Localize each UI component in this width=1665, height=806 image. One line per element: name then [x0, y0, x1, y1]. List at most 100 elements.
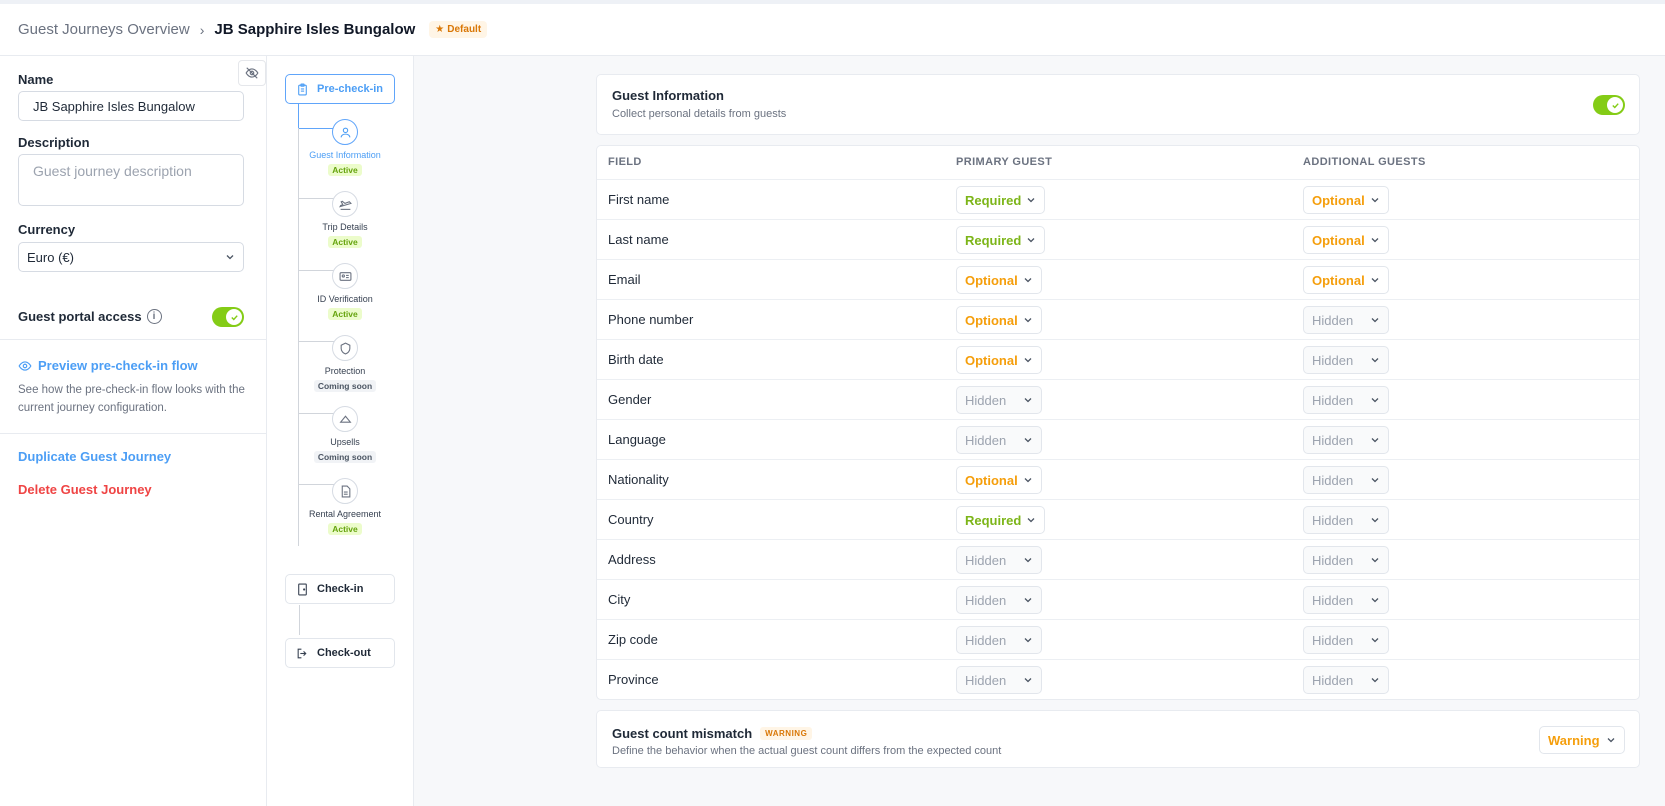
status-badge: Coming soon: [313, 380, 377, 392]
chevron-down-icon: [1027, 238, 1035, 243]
table-row: City Hidden Hidden: [597, 579, 1639, 619]
name-input-value: JB Sapphire Isles Bungalow: [33, 98, 195, 114]
additional-guests-last-name-select[interactable]: Optional: [1303, 226, 1389, 254]
select-value: Hidden: [965, 672, 1007, 688]
primary-guest-birth-date-select[interactable]: Optional: [956, 346, 1042, 374]
guest-portal-toggle[interactable]: [212, 307, 244, 327]
phase-precheckin-label: Pre-check-in: [317, 83, 384, 95]
step-name: Upsells: [330, 437, 360, 447]
chevron-down-icon: [226, 255, 234, 260]
additional-guests-phone-number-select[interactable]: Hidden: [1303, 306, 1389, 334]
step-name: Trip Details: [322, 222, 368, 232]
chevron-down-icon: [1027, 518, 1035, 523]
connector: [298, 104, 299, 128]
currency-select[interactable]: Euro (€): [18, 242, 244, 272]
additional-guests-address-select[interactable]: Hidden: [1303, 546, 1389, 574]
mismatch-title-row: Guest count mismatch WARNING: [612, 726, 813, 741]
field-name: Last name: [608, 232, 669, 247]
breadcrumb-root-link[interactable]: Guest Journeys Overview: [18, 21, 190, 38]
breadcrumb: Guest Journeys Overview › JB Sapphire Is…: [18, 21, 488, 38]
name-input[interactable]: JB Sapphire Isles Bungalow: [18, 91, 244, 121]
select-value: Required: [965, 192, 1022, 208]
guest-information-toggle[interactable]: [1593, 95, 1625, 115]
step-protection[interactable]: Protection Coming soon: [303, 335, 387, 392]
hide-panel-button[interactable]: [238, 60, 266, 86]
primary-guest-zip-code-select[interactable]: Hidden: [956, 626, 1042, 654]
check-icon: [1611, 102, 1619, 109]
door-icon: [298, 583, 307, 595]
delete-journey-link[interactable]: Delete Guest Journey: [18, 482, 152, 497]
description-textarea[interactable]: Guest journey description: [18, 154, 244, 206]
chevron-down-icon: [1371, 318, 1379, 323]
logout-icon: [297, 648, 307, 658]
clipboard-icon: [298, 83, 307, 95]
primary-guest-first-name-select[interactable]: Required: [956, 186, 1045, 214]
additional-guests-gender-select[interactable]: Hidden: [1303, 386, 1389, 414]
chevron-down-icon: [1607, 738, 1615, 743]
chevron-down-icon: [1371, 478, 1379, 483]
step-name: Guest Information: [309, 150, 381, 160]
chevron-down-icon: [1371, 518, 1379, 523]
chevron-down-icon: [1024, 558, 1032, 563]
primary-guest-address-select[interactable]: Hidden: [956, 546, 1042, 574]
primary-guest-email-select[interactable]: Optional: [956, 266, 1042, 294]
primary-guest-city-select[interactable]: Hidden: [956, 586, 1042, 614]
column-header-primary-guest: PRIMARY GUEST: [956, 156, 1053, 168]
select-value: Hidden: [965, 432, 1007, 448]
primary-guest-gender-select[interactable]: Hidden: [956, 386, 1042, 414]
mismatch-behavior-select[interactable]: Warning: [1539, 726, 1625, 754]
duplicate-journey-link[interactable]: Duplicate Guest Journey: [18, 449, 171, 464]
additional-guests-language-select[interactable]: Hidden: [1303, 426, 1389, 454]
chevron-down-icon: [1024, 678, 1032, 683]
table-row: Birth date Optional Hidden: [597, 339, 1639, 379]
top-bar: Guest Journeys Overview › JB Sapphire Is…: [0, 0, 1665, 56]
select-value: Hidden: [965, 392, 1007, 408]
primary-guest-phone-number-select[interactable]: Optional: [956, 306, 1042, 334]
journey-steps-column: Pre-check-in Guest Information Active Tr…: [267, 56, 414, 806]
phase-checkout[interactable]: Check-out: [285, 638, 395, 668]
additional-guests-country-select[interactable]: Hidden: [1303, 506, 1389, 534]
primary-guest-last-name-select[interactable]: Required: [956, 226, 1045, 254]
additional-guests-first-name-select[interactable]: Optional: [1303, 186, 1389, 214]
primary-guest-language-select[interactable]: Hidden: [956, 426, 1042, 454]
phase-precheckin[interactable]: Pre-check-in: [285, 74, 395, 104]
column-header-field: FIELD: [608, 156, 642, 168]
primary-guest-province-select[interactable]: Hidden: [956, 666, 1042, 694]
primary-guest-country-select[interactable]: Required: [956, 506, 1045, 534]
step-rental-agreement[interactable]: Rental Agreement Active: [303, 478, 387, 535]
step-upsells[interactable]: Upsells Coming soon: [303, 406, 387, 463]
additional-guests-birth-date-select[interactable]: Hidden: [1303, 346, 1389, 374]
preview-flow-link[interactable]: Preview pre-check-in flow: [18, 358, 198, 373]
primary-guest-nationality-select[interactable]: Optional: [956, 466, 1042, 494]
currency-label: Currency: [18, 222, 76, 237]
step-guest-information[interactable]: Guest Information Active: [303, 119, 387, 176]
phase-checkin[interactable]: Check-in: [285, 574, 395, 604]
journey-settings-panel: Name JB Sapphire Isles Bungalow Descript…: [0, 56, 267, 806]
table-row: Last name Required Optional: [597, 219, 1639, 259]
additional-guests-zip-code-select[interactable]: Hidden: [1303, 626, 1389, 654]
step-trip-details[interactable]: Trip Details Active: [303, 191, 387, 248]
chevron-down-icon: [1024, 358, 1032, 363]
additional-guests-province-select[interactable]: Hidden: [1303, 666, 1389, 694]
chevron-down-icon: [1371, 678, 1379, 683]
select-value: Hidden: [1312, 632, 1354, 648]
table-row: First name Required Optional: [597, 179, 1639, 219]
phase-checkout-label: Check-out: [317, 647, 371, 659]
additional-guests-nationality-select[interactable]: Hidden: [1303, 466, 1389, 494]
default-badge-label: Default: [447, 24, 482, 35]
column-header-additional-guests: ADDITIONAL GUESTS: [1303, 156, 1426, 168]
id-card-icon: [332, 263, 358, 289]
guest-portal-row: Guest portal access i: [18, 309, 162, 324]
select-value: Hidden: [1312, 512, 1354, 528]
chevron-down-icon: [1024, 478, 1032, 483]
info-icon[interactable]: i: [146, 309, 162, 324]
step-name: ID Verification: [317, 294, 373, 304]
status-badge: Coming soon: [313, 451, 377, 463]
additional-guests-city-select[interactable]: Hidden: [1303, 586, 1389, 614]
select-value: Optional: [965, 352, 1018, 368]
field-name: Language: [608, 432, 666, 447]
additional-guests-email-select[interactable]: Optional: [1303, 266, 1389, 294]
step-id-verification[interactable]: ID Verification Active: [303, 263, 387, 320]
mismatch-title: Guest count mismatch: [612, 726, 753, 741]
table-row: Email Optional Optional: [597, 259, 1639, 299]
